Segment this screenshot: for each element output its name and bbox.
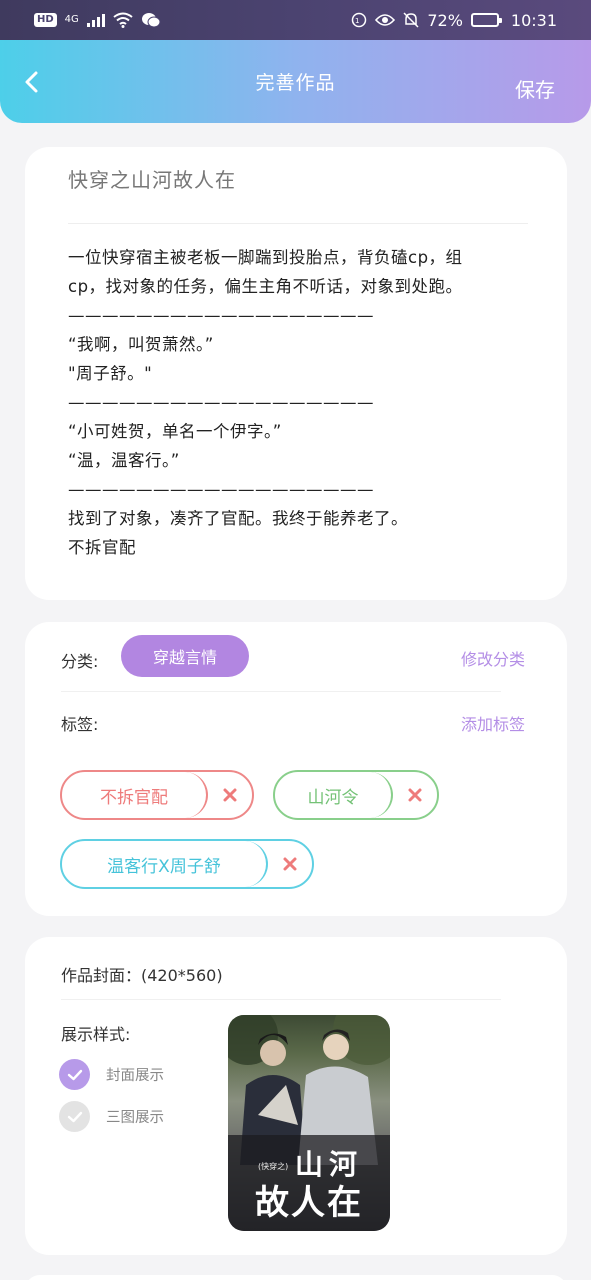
description-line: 一位快穿宿主被老板一脚踹到投胎点，背负磕cp，组 (68, 248, 463, 267)
description-line: —————————————————— (68, 480, 374, 499)
tag-chip: 温客行X周子舒 (60, 839, 314, 889)
description-line: “温，温客行。” (68, 451, 180, 470)
work-info-card: 快穿之山河故人在 一位快穿宿主被老板一脚踹到投胎点，背负磕cp，组 cp，找对象… (25, 147, 567, 600)
cover-image[interactable]: (快穿之) 山河 故人在 (228, 1015, 390, 1231)
tag-chip: 山河令 (273, 770, 439, 820)
display-option-three-images[interactable]: 三图展示 (59, 1101, 164, 1132)
tags-label: 标签: (61, 715, 99, 734)
cover-title-line2: 故人在 (255, 1183, 363, 1223)
work-description-textarea[interactable]: 一位快穿宿主被老板一脚踹到投胎点，背负磕cp，组 cp，找对象的任务，偏生主角不… (68, 243, 528, 562)
title-bar: 完善作品 保存 (0, 40, 591, 123)
status-right: 1 72% 10:31 (351, 11, 557, 30)
divider (61, 691, 501, 692)
battery-icon (470, 13, 502, 27)
network-type: 4G (64, 14, 79, 25)
option-label: 封面展示 (106, 1068, 164, 1084)
category-chip[interactable]: 穿越言情 (121, 635, 249, 677)
signal-icon (86, 13, 105, 27)
clock: 10:31 (510, 10, 557, 30)
next-card-peek (25, 1275, 567, 1280)
eye-icon (375, 14, 396, 26)
display-style-label: 展示样式: (61, 1025, 131, 1044)
remove-tag-button[interactable] (393, 787, 437, 803)
divider (61, 999, 501, 1000)
description-line: "周子舒。" (68, 364, 153, 383)
description-line: —————————————————— (68, 306, 374, 325)
description-line: 找到了对象，凑齐了官配。我终于能养老了。 (68, 509, 408, 528)
status-bar: HD 4G 1 72% 10:31 (0, 0, 591, 40)
description-line: —————————————————— (68, 393, 374, 412)
category-tags-card: 分类: 穿越言情 修改分类 标签: 添加标签 不拆官配 山河令 温客行X周子舒 (25, 622, 567, 916)
tag-text[interactable]: 不拆官配 (62, 772, 208, 818)
remove-tag-button[interactable] (208, 787, 252, 803)
tag-text[interactable]: 山河令 (275, 772, 393, 818)
work-title-input[interactable]: 快穿之山河故人在 (68, 164, 528, 193)
data-saver-icon: 1 (352, 12, 367, 28)
remove-tag-button[interactable] (268, 856, 312, 872)
description-line: “我啊，叫贺萧然。” (68, 335, 214, 354)
add-tag-link[interactable]: 添加标签 (461, 711, 525, 735)
save-button[interactable]: 保存 (515, 74, 555, 103)
description-line: cp，找对象的任务，偏生主角不听话，对象到处跑。 (68, 277, 463, 296)
description-line: 不拆官配 (68, 538, 136, 557)
divider (68, 223, 528, 224)
tag-chip: 不拆官配 (60, 770, 254, 820)
status-left: HD 4G (34, 12, 161, 28)
hd-badge: HD (34, 13, 57, 27)
page-title: 完善作品 (255, 72, 336, 94)
battery-percent: 72% (427, 10, 463, 30)
tag-text[interactable]: 温客行X周子舒 (62, 841, 268, 887)
cover-card: 作品封面：(420*560) 展示样式: 封面展示 三图展示 (快穿之) 山河 … (25, 937, 567, 1255)
description-line: “小可姓贺，单名一个伊字。” (68, 422, 282, 441)
radio-unchecked-icon (59, 1101, 90, 1132)
wifi-icon (113, 12, 133, 28)
svg-text:1: 1 (355, 17, 359, 25)
close-icon (223, 788, 237, 802)
cover-label: 作品封面：(420*560) (61, 966, 223, 985)
mute-bell-icon (403, 12, 419, 28)
close-icon (408, 788, 422, 802)
back-arrow-icon[interactable] (20, 70, 44, 94)
app-header: HD 4G 1 72% 10:31 完善作品 保存 (0, 0, 591, 123)
wechat-icon (141, 13, 161, 28)
edit-category-link[interactable]: 修改分类 (461, 646, 525, 670)
close-icon (283, 857, 297, 871)
radio-checked-icon (59, 1059, 90, 1090)
option-label: 三图展示 (106, 1110, 164, 1126)
display-option-cover[interactable]: 封面展示 (59, 1059, 164, 1090)
category-label: 分类: (61, 652, 99, 671)
